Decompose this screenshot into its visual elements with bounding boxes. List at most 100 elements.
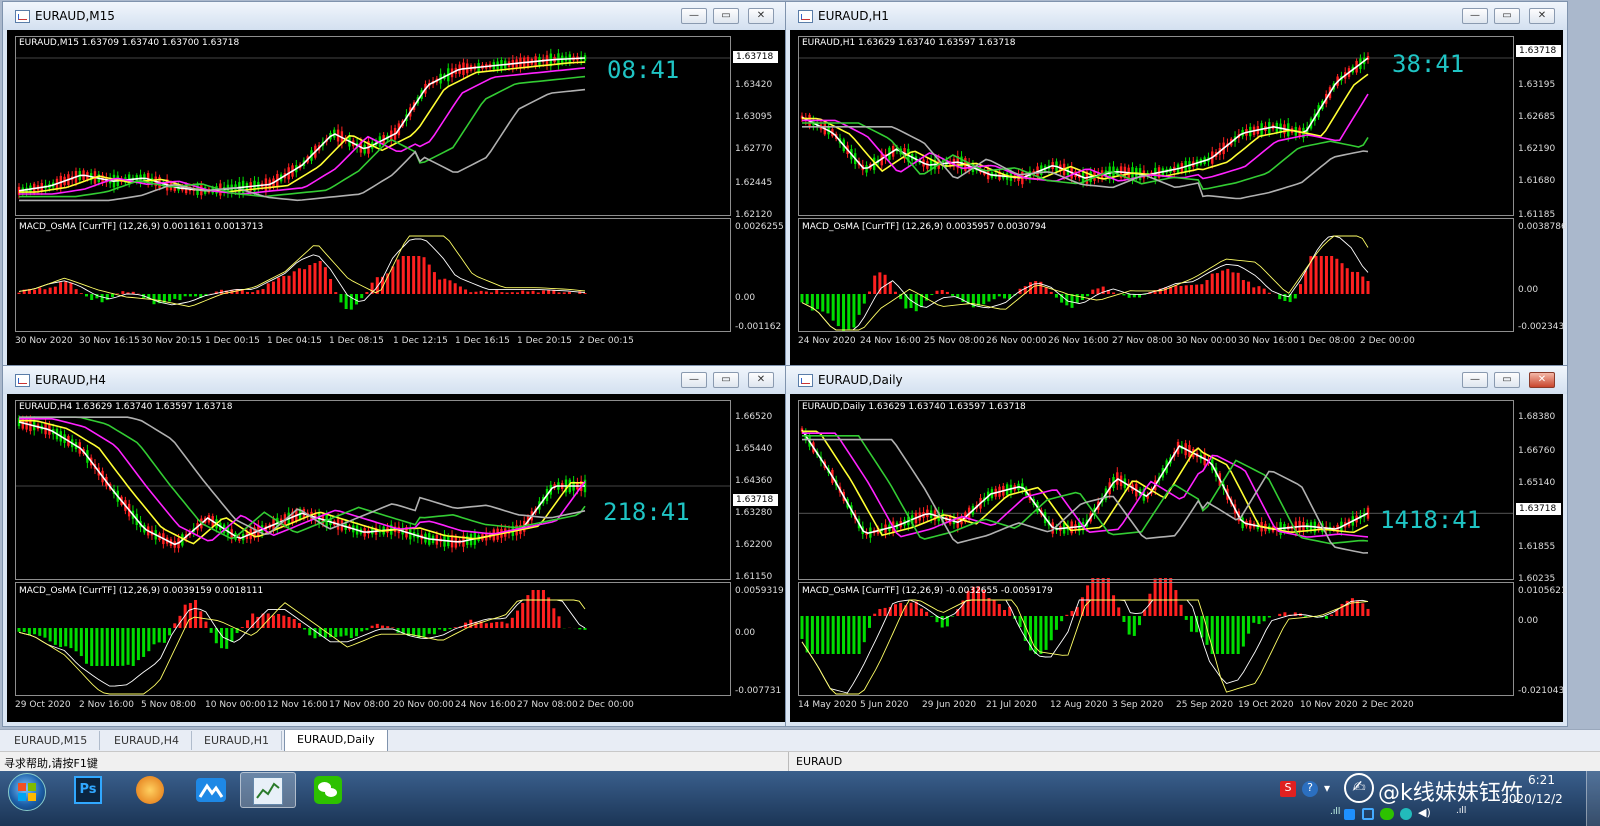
chart-window-icon <box>798 374 813 387</box>
time-tick: 30 Nov 16:15 <box>79 336 140 346</box>
minimize-button[interactable]: — <box>1462 8 1488 24</box>
main-panel-border <box>15 400 731 580</box>
chart-window-h1[interactable]: EURAUD,H1 — ▭ ✕ EURAUD,H1 1.63629 1.6374… <box>785 1 1568 373</box>
taskbar-lanhu[interactable] <box>184 772 240 808</box>
restore-button[interactable]: ▭ <box>713 372 739 388</box>
taskbar-foxmail[interactable] <box>124 772 180 808</box>
chart-window-daily[interactable]: EURAUD,Daily — ▭ ✕ EURAUD,Daily 1.63629 … <box>785 365 1568 727</box>
window-titlebar[interactable]: EURAUD,H4 — ▭ ✕ <box>3 366 791 394</box>
time-tick: 1 Dec 16:15 <box>455 336 510 346</box>
wechat-icon <box>314 776 342 804</box>
price-tick: 1.68380 <box>1518 412 1556 422</box>
indicator-tick: -0.021043 <box>1518 686 1565 696</box>
price-tick: 1.61185 <box>1518 210 1556 220</box>
price-tick: 1.62190 <box>1518 144 1556 154</box>
time-tick: 1 Dec 04:15 <box>267 336 322 346</box>
window-titlebar[interactable]: EURAUD,M15 — ▭ ✕ <box>3 2 791 30</box>
tab-euraud-h4[interactable]: EURAUD,H4 <box>102 731 193 750</box>
ohlc-readout: EURAUD,M15 1.63709 1.63740 1.63700 1.637… <box>19 38 240 48</box>
price-tick: 1.62770 <box>735 144 773 154</box>
close-button[interactable]: ✕ <box>1529 8 1555 24</box>
chart-area[interactable]: EURAUD,M15 1.63709 1.63740 1.63700 1.637… <box>7 30 787 368</box>
ohlc-readout: EURAUD,Daily 1.63629 1.63740 1.63597 1.6… <box>802 402 1026 412</box>
price-tick: 1.62120 <box>735 210 773 220</box>
chart-area[interactable]: EURAUD,H4 1.63629 1.63740 1.63597 1.6371… <box>7 394 787 722</box>
ohlc-readout: EURAUD,H4 1.63629 1.63740 1.63597 1.6371… <box>19 402 233 412</box>
indicator-tick: 0.00 <box>735 293 756 303</box>
time-tick: 1 Dec 12:15 <box>393 336 448 346</box>
time-tick: 14 May 2020 <box>798 700 857 710</box>
time-tick: 1 Dec 08:15 <box>329 336 384 346</box>
window-titlebar[interactable]: EURAUD,Daily — ▭ ✕ <box>786 366 1567 394</box>
indicator-tick: 0.0059319 <box>735 586 784 596</box>
time-tick: 30 Nov 20:15 <box>141 336 202 346</box>
update-tray-icon[interactable] <box>1400 808 1412 820</box>
tray-expand-icon[interactable]: ▾ <box>1324 781 1330 795</box>
price-tick: 1.66760 <box>1518 446 1556 456</box>
price-tick: 1.64360 <box>735 476 773 486</box>
close-button[interactable]: ✕ <box>748 8 774 24</box>
security-shield-icon[interactable] <box>1362 808 1374 820</box>
taskbar-metatrader[interactable] <box>240 772 296 808</box>
volume-icon[interactable]: ◀) <box>1418 806 1431 819</box>
indicator-tick: 0.0038786 <box>1518 222 1567 232</box>
tab-euraud-daily[interactable]: EURAUD,Daily <box>284 730 388 752</box>
time-tick: 29 Oct 2020 <box>15 700 71 710</box>
watermark-logo: ✍ <box>1344 773 1374 803</box>
taskbar-photoshop[interactable]: Ps <box>62 772 118 808</box>
restore-button[interactable]: ▭ <box>1494 8 1520 24</box>
chart-window-m15[interactable]: EURAUD,M15 — ▭ ✕ EURAUD,M15 1.63709 1.63… <box>2 1 792 373</box>
price-tick: 1.66520 <box>735 412 773 422</box>
time-tick: 12 Nov 16:00 <box>267 700 328 710</box>
last-price-tag: 1.63718 <box>733 494 778 506</box>
time-tick: 21 Jul 2020 <box>986 700 1037 710</box>
minimize-button[interactable]: — <box>1462 372 1488 388</box>
clock-time[interactable]: 6:21 <box>1528 773 1555 787</box>
indicator-tick: 0.00 <box>1518 616 1539 626</box>
main-panel-border <box>798 400 1514 580</box>
chart-window-h4[interactable]: EURAUD,H4 — ▭ ✕ EURAUD,H4 1.63629 1.6374… <box>2 365 792 727</box>
signal-bars-icon[interactable]: .ıll <box>1456 806 1466 816</box>
close-button[interactable]: ✕ <box>748 372 774 388</box>
ohlc-readout: EURAUD,H1 1.63629 1.63740 1.63597 1.6371… <box>802 38 1016 48</box>
show-desktop-button[interactable] <box>1586 771 1600 826</box>
time-tick: 2 Dec 00:15 <box>579 336 634 346</box>
help-icon[interactable]: ? <box>1302 781 1318 797</box>
chart-area[interactable]: EURAUD,Daily 1.63629 1.63740 1.63597 1.6… <box>790 394 1567 722</box>
indicator-label: MACD_OsMA [CurrTF] (12,26,9) 0.0035957 0… <box>802 222 1047 232</box>
taskbar-wechat[interactable] <box>302 772 358 808</box>
network-icon[interactable] <box>1344 809 1355 820</box>
time-tick: 27 Nov 08:00 <box>1112 336 1173 346</box>
window-title: EURAUD,M15 <box>35 9 115 23</box>
price-tick: 1.61150 <box>735 572 773 582</box>
clock-date[interactable]: 2020/12/2 <box>1490 792 1574 806</box>
chart-area[interactable]: EURAUD,H1 1.63629 1.63740 1.63597 1.6371… <box>790 30 1567 368</box>
time-tick: 27 Nov 08:00 <box>517 700 578 710</box>
tab-euraud-m15[interactable]: EURAUD,M15 <box>2 731 101 750</box>
wechat-tray-icon[interactable] <box>1380 808 1394 820</box>
price-tick: 1.62685 <box>1518 112 1556 122</box>
minimize-button[interactable]: — <box>681 372 707 388</box>
tab-euraud-h1[interactable]: EURAUD,H1 <box>192 731 283 750</box>
indicator-label: MACD_OsMA [CurrTF] (12,26,9) 0.0039159 0… <box>19 586 264 596</box>
chart-window-icon <box>798 10 813 23</box>
restore-button[interactable]: ▭ <box>1494 372 1520 388</box>
time-tick: 30 Nov 2020 <box>15 336 73 346</box>
indicator-panel-border <box>15 582 731 696</box>
time-tick: 20 Nov 00:00 <box>393 700 454 710</box>
time-tick: 5 Nov 08:00 <box>141 700 196 710</box>
indicator-panel-border <box>15 218 731 332</box>
window-titlebar[interactable]: EURAUD,H1 — ▭ ✕ <box>786 2 1567 30</box>
indicator-panel-border <box>798 582 1514 696</box>
help-hint: 寻求帮助,请按F1键 <box>4 757 98 770</box>
time-tick: 10 Nov 00:00 <box>205 700 266 710</box>
sogou-ime-icon[interactable]: S <box>1280 781 1296 797</box>
photoshop-icon: Ps <box>74 776 102 804</box>
signal-icon: .ıll <box>1330 807 1341 817</box>
close-button[interactable]: ✕ <box>1529 372 1555 388</box>
start-orb-icon[interactable] <box>8 773 46 811</box>
restore-button[interactable]: ▭ <box>713 8 739 24</box>
time-tick: 2 Dec 2020 <box>1362 700 1414 710</box>
indicator-tick: 0.0105621 <box>1518 586 1567 596</box>
minimize-button[interactable]: — <box>681 8 707 24</box>
